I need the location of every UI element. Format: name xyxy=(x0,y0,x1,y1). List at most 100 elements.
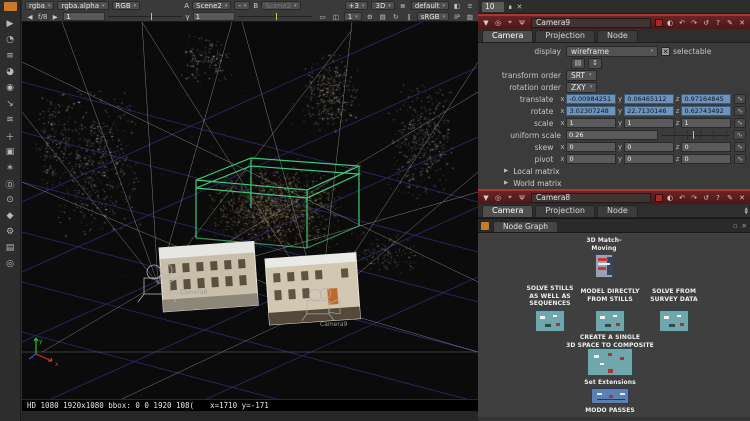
blend-mode-dropdown[interactable]: - xyxy=(234,1,250,10)
cube-icon[interactable]: ▣ xyxy=(0,144,20,160)
solve-stills-node[interactable] xyxy=(535,310,565,332)
node-graph-canvas[interactable]: 3D Match- Moving SOLVE STILLS AS WELL AS… xyxy=(478,233,750,417)
clock-icon[interactable]: ◔ xyxy=(0,32,20,48)
pane-menu-icon[interactable] xyxy=(481,222,489,230)
gain-slider[interactable] xyxy=(108,12,182,21)
move-icon[interactable]: ＋ xyxy=(0,128,20,144)
skew-curve-button[interactable]: ∿ xyxy=(734,142,746,152)
alpha-channel-dropdown[interactable]: rgba.alpha xyxy=(57,1,108,10)
rotate-z-field[interactable]: 0.62743492 xyxy=(681,106,731,116)
wrench-icon[interactable]: ⚙ xyxy=(0,224,20,240)
collapse-icon[interactable]: ▼ xyxy=(481,19,491,27)
tab-projection[interactable]: Projection xyxy=(535,30,595,42)
float-pane-icon[interactable]: ▫ xyxy=(733,222,737,230)
pane-menu-icon[interactable] xyxy=(4,2,17,11)
a-input-dropdown[interactable]: Scene2 xyxy=(192,1,231,10)
gamepad-icon[interactable]: ◧ xyxy=(452,1,462,10)
layers-stack-icon[interactable]: ≣ xyxy=(398,1,408,10)
scale-curve-button[interactable]: ∿ xyxy=(734,118,746,128)
skew-x-field[interactable]: 0 xyxy=(566,142,616,152)
transform-order-dropdown[interactable]: SRT xyxy=(566,70,597,81)
pivot-x-field[interactable]: 0 xyxy=(566,154,616,164)
checker-icon[interactable]: ▨ xyxy=(465,12,475,21)
revert-icon[interactable]: ↺ xyxy=(701,19,711,27)
viewport-3d[interactable]: Camera8 Camera9 y x xyxy=(22,22,478,399)
viewer-menu-icon[interactable]: ≡ xyxy=(465,1,475,10)
input-process-icon[interactable]: ◫ xyxy=(331,12,341,21)
color-wheel-icon[interactable]: ◐ xyxy=(665,19,675,27)
rotate-curve-button[interactable]: ∿ xyxy=(734,106,746,116)
sphere-icon[interactable]: ◉ xyxy=(0,80,20,96)
uniform-scale-slider[interactable] xyxy=(662,130,730,140)
wipe-dropdown[interactable]: +3 xyxy=(345,1,369,10)
photo-card-1[interactable] xyxy=(159,241,258,311)
focus-icon[interactable]: ⌖ xyxy=(505,193,515,202)
refresh-icon[interactable]: ↻ xyxy=(391,12,401,21)
matchmove-node[interactable] xyxy=(595,254,613,278)
panel-scroll-arrows[interactable]: ▲ ▼ xyxy=(745,208,748,216)
pause-icon[interactable]: ‖ xyxy=(404,12,414,21)
model-directly-node[interactable] xyxy=(595,310,625,332)
node-name-field[interactable]: Camera8 xyxy=(531,193,651,203)
node-color-swatch[interactable] xyxy=(655,19,663,27)
redo-icon[interactable]: ↷ xyxy=(689,19,699,27)
display-channel-dropdown[interactable]: RGB xyxy=(112,1,141,10)
scale-z-field[interactable]: 1 xyxy=(681,118,731,128)
local-matrix-row[interactable]: ▶ Local matrix xyxy=(478,165,750,177)
rotate-y-field[interactable]: 22.7130146 xyxy=(624,106,674,116)
import-export-button[interactable]: ↕ xyxy=(588,58,602,69)
create-single-node[interactable] xyxy=(587,348,633,376)
help-icon[interactable]: ? xyxy=(713,194,723,202)
revert-icon[interactable]: ↺ xyxy=(701,194,711,202)
skew-z-field[interactable]: 0 xyxy=(681,142,731,152)
rotate-x-field[interactable]: 3.02307248 xyxy=(566,106,616,116)
undo-icon[interactable]: ↶ xyxy=(677,19,687,27)
uniform-scale-handle[interactable] xyxy=(693,131,694,139)
scroll-down-icon[interactable]: ▼ xyxy=(745,212,748,216)
eye-icon[interactable]: ⊙ xyxy=(0,192,20,208)
close-pane-icon[interactable]: ✕ xyxy=(742,222,747,230)
color-wheel-icon[interactable]: ◐ xyxy=(665,194,675,202)
uniform-scale-curve-button[interactable]: ∿ xyxy=(733,130,746,140)
corner-arrow-icon[interactable]: ↘ xyxy=(0,96,20,112)
close-icon[interactable]: ✕ xyxy=(737,194,747,202)
input-process-toggle[interactable]: IP xyxy=(452,12,462,21)
tab-node[interactable]: Node xyxy=(597,205,638,217)
help-icon[interactable]: ? xyxy=(713,19,723,27)
skew-y-field[interactable]: 0 xyxy=(624,142,674,152)
scale-x-field[interactable]: 1 xyxy=(566,118,616,128)
scale-y-field[interactable]: 1 xyxy=(624,118,674,128)
undo-icon[interactable]: ↶ xyxy=(677,194,687,202)
card-icon[interactable]: ▤ xyxy=(0,240,20,256)
close-icon[interactable]: ✕ xyxy=(737,19,747,27)
info-icon[interactable]: ◎ xyxy=(0,256,20,272)
pie-chart-icon[interactable]: ◕ xyxy=(0,64,20,80)
focus-icon[interactable]: ⌖ xyxy=(505,18,515,27)
clear-panels-icon[interactable]: ✕ xyxy=(516,3,522,11)
center-icon[interactable]: ◎ xyxy=(493,19,503,27)
gain-slider-handle[interactable] xyxy=(151,13,152,20)
selectable-checkbox[interactable]: ✕ xyxy=(661,47,670,56)
max-panels-field[interactable]: 10 xyxy=(482,2,504,12)
channels-dropdown[interactable]: rgba xyxy=(25,1,54,10)
file-browse-button[interactable]: ▤ xyxy=(571,58,585,69)
center-icon[interactable]: ◎ xyxy=(493,194,503,202)
gamma-field[interactable]: 1 xyxy=(193,12,235,21)
tab-camera[interactable]: Camera xyxy=(482,205,533,217)
pivot-curve-button[interactable]: ∿ xyxy=(734,154,746,164)
roi-icon[interactable]: ▭ xyxy=(318,12,328,21)
pivot-z-field[interactable]: 0 xyxy=(681,154,731,164)
anchor-icon[interactable]: Ψ xyxy=(517,19,527,27)
collapse-icon[interactable]: ▼ xyxy=(481,194,491,202)
solve-survey-node[interactable] xyxy=(659,310,689,332)
lut-dropdown[interactable]: default xyxy=(411,1,449,10)
b-input-dropdown[interactable]: Scene2 xyxy=(261,1,300,10)
redo-icon[interactable]: ↷ xyxy=(689,194,699,202)
expand-triangle-icon[interactable]: ▶ xyxy=(504,180,508,186)
proxy-level-dropdown[interactable]: 1 xyxy=(344,12,362,21)
tab-node-graph[interactable]: Node Graph xyxy=(493,221,558,233)
world-matrix-row[interactable]: ▶ World matrix xyxy=(478,177,750,189)
translate-x-field[interactable]: -0.00984251 xyxy=(566,94,616,104)
anchor-icon[interactable]: Ψ xyxy=(517,194,527,202)
menu-icon[interactable]: ≡ xyxy=(0,48,20,64)
